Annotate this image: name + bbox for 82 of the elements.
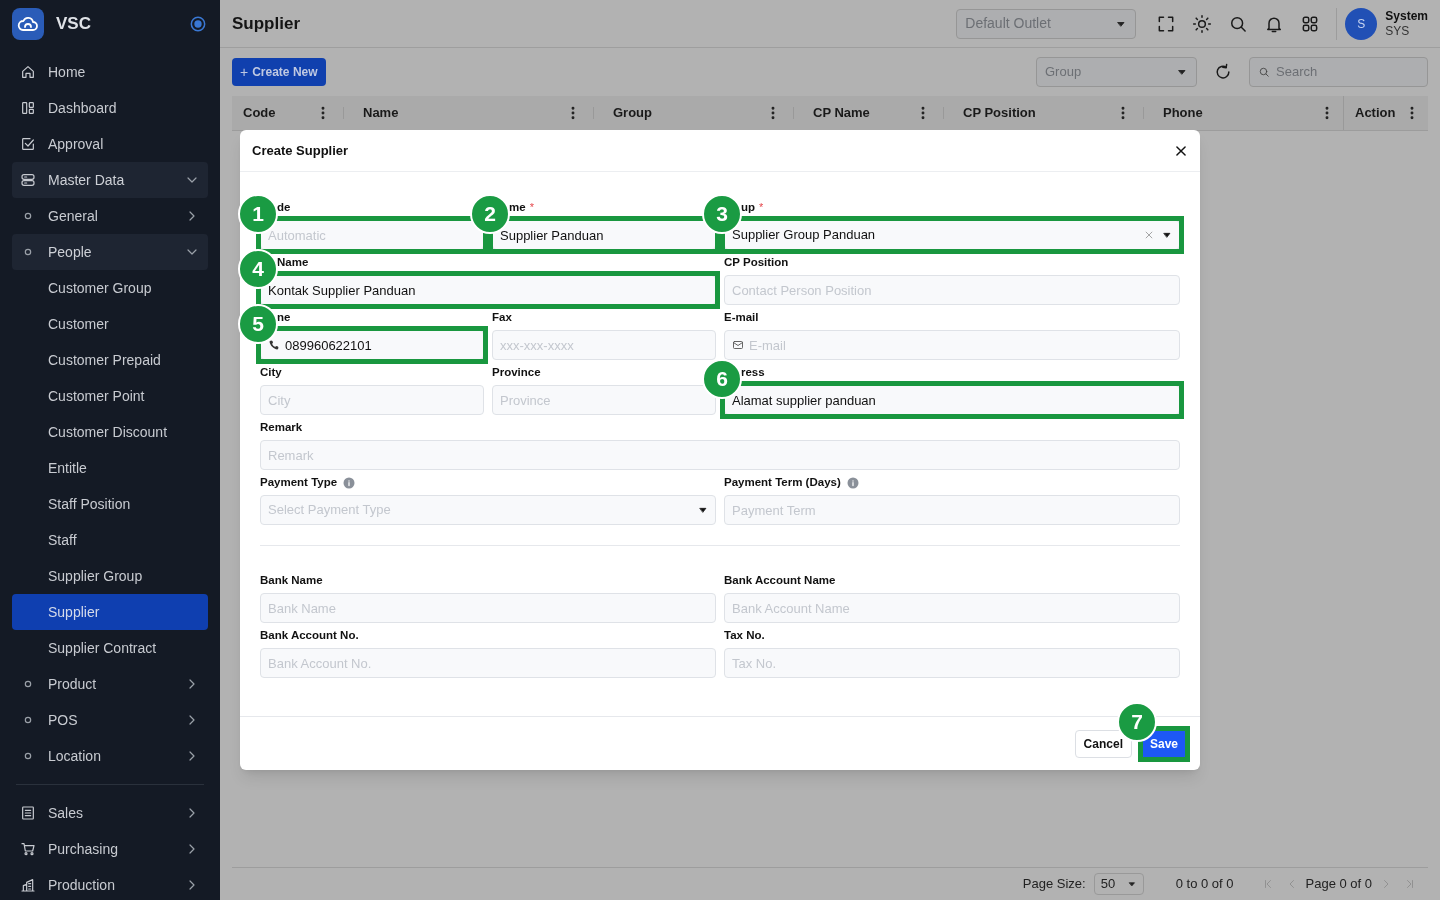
page-title: Supplier (232, 12, 301, 35)
nav-item[interactable]: Supplier Group (12, 558, 208, 594)
nav-item[interactable]: Master Data (12, 162, 208, 198)
step-marker: 5 (238, 304, 278, 344)
field-label: up (741, 199, 756, 215)
target-icon[interactable] (188, 14, 208, 34)
nav-item[interactable]: Customer Point (12, 378, 208, 414)
field-label: me (509, 199, 526, 215)
field-label: Remark (260, 419, 303, 435)
cart-icon (20, 841, 36, 857)
create-new-button[interactable]: + Create New (232, 58, 326, 86)
search-icon (1258, 66, 1270, 78)
field-label: Bank Account No. (260, 627, 359, 643)
field-label: Province (492, 364, 541, 380)
app-name: VSC (56, 13, 92, 36)
field-label: Payment Term (Days) (724, 474, 841, 490)
mail-icon (732, 339, 744, 351)
nav-item[interactable]: Production (12, 867, 208, 900)
column-header[interactable]: Phone (1163, 103, 1315, 123)
caret-down-icon (1126, 879, 1137, 889)
nav-item[interactable]: Customer (12, 306, 208, 342)
phone-icon (268, 339, 280, 351)
home-icon (20, 64, 36, 80)
nav-item[interactable]: Supplier Contract (12, 630, 208, 666)
field-label: Payment Type (260, 474, 338, 490)
nav-item[interactable]: Product (12, 666, 208, 702)
field-label: Fax (492, 309, 512, 325)
page-size-label: Page Size: (1022, 875, 1086, 894)
nav-item[interactable]: People (12, 234, 208, 270)
avatar[interactable]: S (1345, 7, 1378, 40)
info-icon[interactable] (846, 476, 859, 489)
field-label: ress (741, 364, 765, 380)
building-icon (20, 877, 36, 893)
close-icon[interactable] (1174, 143, 1188, 158)
field-label: Bank Account Name (724, 572, 836, 588)
dashboard-icon (20, 100, 36, 116)
nav-item[interactable]: Customer Discount (12, 414, 208, 450)
dialog-title: Create Supplier (252, 141, 350, 160)
receipt-icon (20, 805, 36, 821)
field-label: Name (277, 254, 309, 270)
field-label: CP Position (724, 254, 789, 270)
nav-item[interactable]: Location (12, 738, 208, 774)
caret-down-icon (698, 505, 708, 515)
field-label: de (277, 199, 291, 215)
sun-icon[interactable] (1192, 13, 1213, 34)
nav-item[interactable]: Home (12, 54, 208, 90)
user-code: SYS (1385, 23, 1411, 39)
field-label: E-mail (724, 309, 759, 325)
caret-down-icon (1162, 230, 1172, 240)
required-mark: * (529, 200, 534, 216)
nav-item[interactable]: Customer Prepaid (12, 342, 208, 378)
column-header[interactable]: Code (243, 103, 311, 123)
column-header[interactable]: CP Position (963, 103, 1111, 123)
user-name: System (1385, 8, 1428, 24)
input-field[interactable]: 089960622101 (260, 330, 484, 360)
column-header[interactable]: CP Name (813, 103, 911, 123)
nav-item[interactable]: Staff (12, 522, 208, 558)
column-header[interactable]: Group (613, 103, 761, 123)
database-icon (20, 172, 36, 188)
nav-item[interactable]: Entitle (12, 450, 208, 486)
column-header[interactable]: Name (363, 103, 561, 123)
nav-item[interactable]: Customer Group (12, 270, 208, 306)
checkbox-icon (20, 136, 36, 152)
page-size-select[interactable]: 50 (1093, 873, 1144, 895)
field-label: City (260, 364, 282, 380)
required-mark: * (759, 200, 764, 216)
step-marker: 1 (238, 194, 278, 234)
nav-item[interactable]: Approval (12, 126, 208, 162)
nav-item[interactable]: Dashboard (12, 90, 208, 126)
info-icon[interactable] (343, 476, 356, 489)
nav-item[interactable]: Purchasing (12, 831, 208, 867)
field-label: ne (277, 309, 291, 325)
page-indicator: Page 0 of 0 (1305, 875, 1372, 894)
field-label: Bank Name (260, 572, 323, 588)
nav-item[interactable]: POS (12, 702, 208, 738)
nav-item[interactable]: Sales (12, 795, 208, 831)
nav-item[interactable]: Supplier (12, 594, 208, 630)
column-header[interactable]: Action (1355, 103, 1400, 123)
row-range: 0 to 0 of 0 (1175, 875, 1234, 894)
field-label: Tax No. (724, 627, 765, 643)
nav-item[interactable]: General (12, 198, 208, 234)
nav-item[interactable]: Staff Position (12, 486, 208, 522)
